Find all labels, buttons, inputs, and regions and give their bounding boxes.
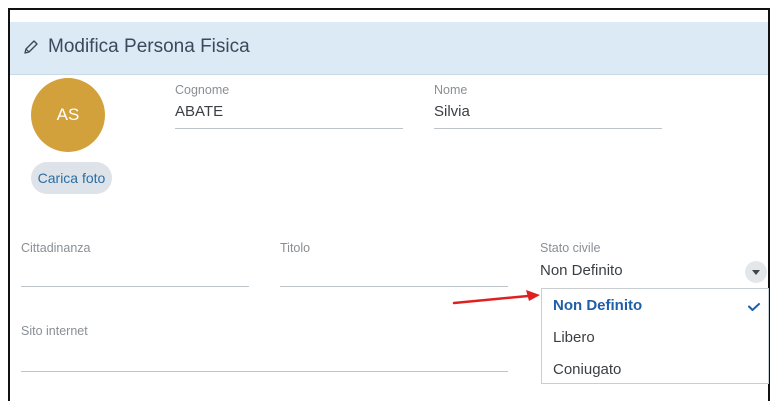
- cognome-underline: [175, 128, 403, 129]
- cittadinanza-field[interactable]: Cittadinanza: [21, 241, 249, 291]
- titolo-field[interactable]: Titolo: [280, 241, 508, 291]
- edit-person-panel: Modifica Persona Fisica AS Carica foto C…: [8, 8, 770, 401]
- nome-field[interactable]: Nome Silvia: [434, 83, 662, 133]
- dropdown-option-non-definito[interactable]: Non Definito: [553, 297, 642, 314]
- stato-civile-select[interactable]: Stato civile Non Definito: [540, 241, 768, 291]
- sito-internet-underline: [21, 371, 508, 372]
- upload-photo-label: Carica foto: [37, 170, 106, 186]
- nome-underline: [434, 128, 662, 129]
- cognome-label: Cognome: [175, 83, 230, 97]
- pencil-icon: [24, 40, 38, 54]
- page-title: Modifica Persona Fisica: [48, 36, 250, 57]
- titolo-underline: [280, 286, 508, 287]
- stato-civile-dropdown: Non Definito Libero Coniugato: [541, 288, 769, 384]
- avatar-initials: AS: [56, 105, 80, 124]
- dropdown-option-libero[interactable]: Libero: [553, 329, 595, 346]
- annotation-arrow-icon: [452, 290, 540, 305]
- sito-internet-field[interactable]: Sito internet: [21, 324, 508, 374]
- cittadinanza-underline: [21, 286, 249, 287]
- cognome-value: ABATE: [175, 103, 224, 120]
- cittadinanza-label: Cittadinanza: [21, 241, 91, 255]
- panel-header: Modifica Persona Fisica: [10, 22, 768, 75]
- avatar: AS: [31, 78, 105, 152]
- check-icon: [748, 303, 760, 311]
- nome-value: Silvia: [434, 103, 470, 120]
- cognome-field[interactable]: Cognome ABATE: [175, 83, 403, 133]
- stato-civile-label: Stato civile: [540, 241, 601, 255]
- stato-civile-value: Non Definito: [540, 262, 623, 279]
- upload-photo-button[interactable]: Carica foto: [31, 162, 112, 194]
- nome-label: Nome: [434, 83, 468, 97]
- dropdown-option-coniugato[interactable]: Coniugato: [553, 361, 621, 378]
- sito-internet-label: Sito internet: [21, 324, 88, 338]
- titolo-label: Titolo: [280, 241, 311, 255]
- chevron-down-icon[interactable]: [745, 261, 767, 283]
